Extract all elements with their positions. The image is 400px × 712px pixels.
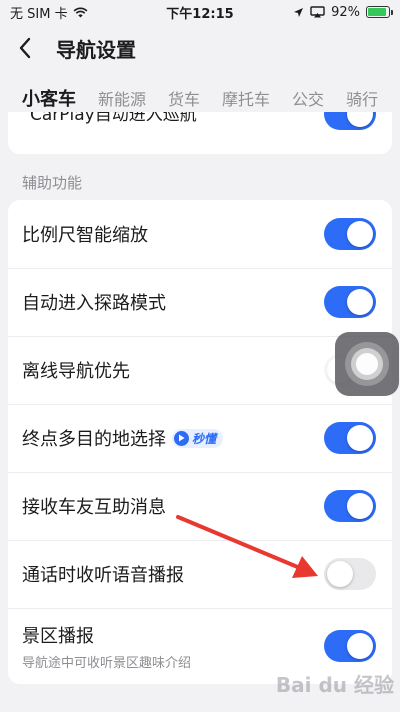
- assistive-ring-outer: [345, 342, 389, 386]
- location-icon: [294, 7, 304, 17]
- tab-motorcycle[interactable]: 摩托车: [222, 86, 270, 110]
- tab-car[interactable]: 小客车: [22, 85, 76, 111]
- assistive-ring-middle: [351, 348, 383, 380]
- explore-mode-toggle[interactable]: [324, 286, 376, 318]
- call-voice-toggle[interactable]: [324, 558, 376, 590]
- play-icon: [174, 430, 189, 446]
- toggle-knob: [327, 561, 353, 587]
- miaodong-badge[interactable]: 秒懂: [172, 428, 224, 448]
- toggle-knob: [347, 112, 373, 127]
- toggle-knob: [347, 425, 373, 451]
- assistive-ring-inner: [356, 353, 378, 375]
- setting-label: 景区播报: [22, 625, 94, 647]
- scenic-broadcast-toggle[interactable]: [324, 630, 376, 662]
- assistive-touch-button[interactable]: [335, 332, 399, 396]
- battery-level: [368, 8, 387, 16]
- mutual-help-toggle[interactable]: [324, 490, 376, 522]
- toggle-knob: [347, 633, 373, 659]
- toggle-knob: [347, 221, 373, 247]
- tab-new-energy[interactable]: 新能源: [98, 86, 146, 110]
- setting-label-with-badge: 终点多目的地选择 秒懂: [22, 425, 324, 451]
- toggle-knob: [347, 493, 373, 519]
- status-right: 92%: [250, 4, 393, 20]
- assist-settings-card: 比例尺智能缩放 自动进入探路模式 离线导航优先 终点多目的地选择 秒懂 接收车友…: [8, 200, 392, 684]
- section-title: 辅助功能: [22, 174, 83, 192]
- setting-label: 通话时收听语音播报: [22, 565, 184, 586]
- status-left: 无 SIM 卡: [10, 3, 150, 22]
- setting-sublabel: 导航途中可收听景区趣味介绍: [22, 655, 192, 671]
- multi-destination-toggle[interactable]: [324, 422, 376, 454]
- badge-text: 秒懂: [192, 431, 217, 446]
- battery-icon: [366, 6, 393, 18]
- nav-bar: 导航设置: [0, 26, 400, 70]
- scale-zoom-toggle[interactable]: [324, 218, 376, 250]
- carplay-toggle[interactable]: [324, 112, 376, 130]
- screen-mirror-icon: [310, 6, 325, 18]
- status-time: 下午12:15: [166, 6, 234, 22]
- setting-label: 离线导航优先: [22, 361, 130, 382]
- status-bar: 无 SIM 卡 下午12:15 92%: [0, 0, 400, 24]
- back-button[interactable]: [18, 26, 48, 70]
- setting-row-mutual-help: 接收车友互助消息: [8, 472, 392, 540]
- wifi-icon: [73, 7, 88, 17]
- setting-row-call-voice: 通话时收听语音播报: [8, 540, 392, 608]
- setting-label: 接收车友互助消息: [22, 497, 166, 518]
- carrier-label: 无 SIM 卡: [10, 6, 68, 22]
- battery-percent: 92%: [331, 4, 360, 20]
- setting-row-scale-zoom: 比例尺智能缩放: [8, 200, 392, 268]
- tab-cycling[interactable]: 骑行: [346, 86, 378, 110]
- top-settings-card: CarPlay自动进入巡航: [8, 112, 392, 154]
- toggle-knob: [347, 289, 373, 315]
- setting-label: 终点多目的地选择: [22, 429, 166, 450]
- setting-label: 比例尺智能缩放: [22, 225, 148, 246]
- tab-truck[interactable]: 货车: [168, 86, 200, 110]
- watermark: Bai du 经验: [275, 673, 394, 697]
- setting-row-multi-destination: 终点多目的地选择 秒懂: [8, 404, 392, 472]
- setting-row-explore-mode: 自动进入探路模式: [8, 268, 392, 336]
- tab-bus[interactable]: 公交: [292, 86, 324, 110]
- setting-label: 自动进入探路模式: [22, 293, 166, 314]
- chevron-left-icon: [19, 37, 31, 59]
- setting-label-carplay: CarPlay自动进入巡航: [30, 112, 197, 125]
- page-title: 导航设置: [56, 37, 136, 62]
